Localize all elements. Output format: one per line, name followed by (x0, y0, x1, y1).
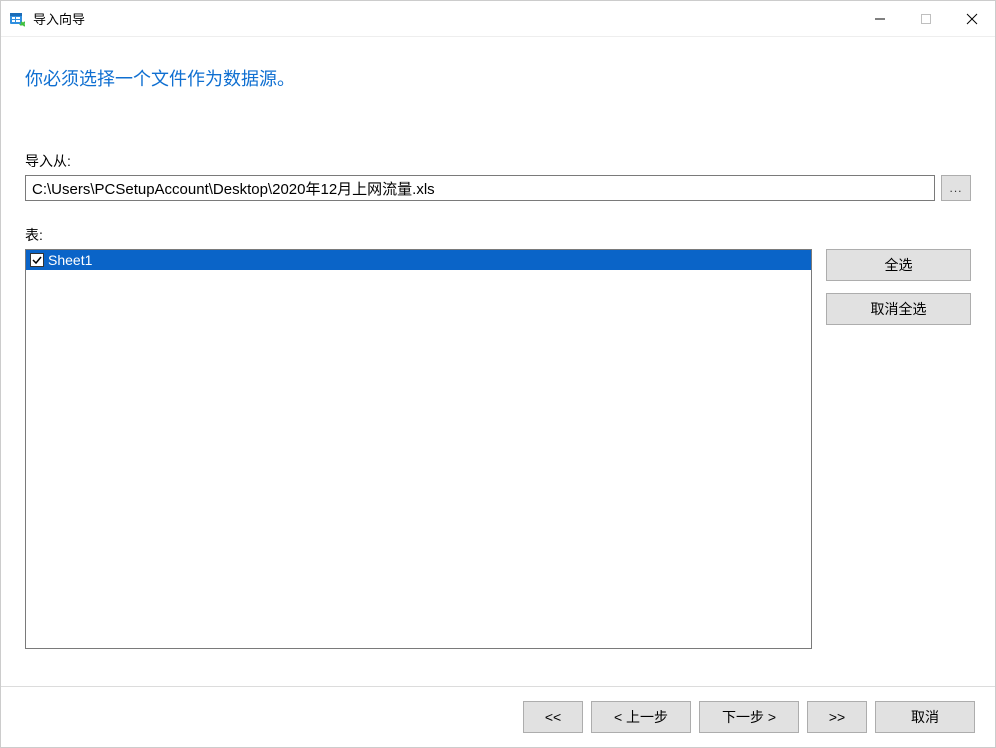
browse-button[interactable]: ... (941, 175, 971, 201)
tables-listbox[interactable]: Sheet1 (25, 249, 812, 649)
table-row[interactable]: Sheet1 (26, 250, 811, 270)
wizard-footer: << < 上一步 下一步 > >> 取消 (1, 686, 995, 747)
window-controls (857, 1, 995, 36)
import-from-row: ... (25, 175, 971, 201)
import-from-label: 导入从: (25, 151, 971, 171)
content-area: 你必须选择一个文件作为数据源。 导入从: ... 表: Sheet1 全选 取消… (1, 37, 995, 686)
deselect-all-button[interactable]: 取消全选 (826, 293, 971, 325)
window-title: 导入向导 (33, 9, 85, 28)
tables-label: 表: (25, 225, 971, 245)
previous-button[interactable]: < 上一步 (591, 701, 691, 733)
select-all-button[interactable]: 全选 (826, 249, 971, 281)
minimize-button[interactable] (857, 1, 903, 36)
app-icon (9, 11, 25, 27)
table-name: Sheet1 (48, 252, 92, 268)
first-button[interactable]: << (523, 701, 583, 733)
close-button[interactable] (949, 1, 995, 36)
tables-side-buttons: 全选 取消全选 (826, 249, 971, 649)
last-button[interactable]: >> (807, 701, 867, 733)
maximize-button (903, 1, 949, 36)
page-heading: 你必须选择一个文件作为数据源。 (25, 65, 971, 91)
import-from-input[interactable] (25, 175, 935, 201)
titlebar: 导入向导 (1, 1, 995, 37)
next-button[interactable]: 下一步 > (699, 701, 799, 733)
table-checkbox[interactable] (30, 253, 44, 267)
tables-section: Sheet1 全选 取消全选 (25, 249, 971, 649)
cancel-button[interactable]: 取消 (875, 701, 975, 733)
